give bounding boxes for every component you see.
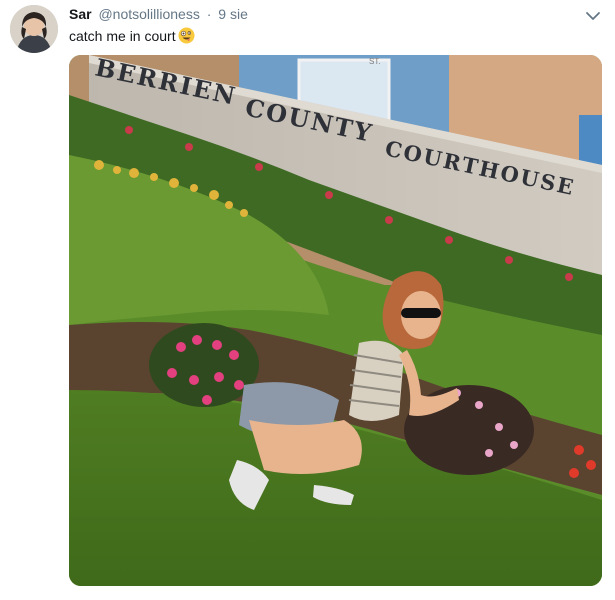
profile-avatar[interactable] (10, 5, 58, 53)
zany-face-emoji (178, 27, 195, 44)
user-handle[interactable]: @notsolillioness (98, 6, 199, 22)
tweet-text: catch me in court (69, 27, 195, 45)
chevron-down-icon[interactable] (585, 8, 601, 24)
tweet-photo[interactable]: BERRIEN COUNTY COURTHOUSE ST. (69, 55, 602, 586)
tweet-text-content: catch me in court (69, 28, 176, 44)
separator-dot: · (206, 6, 212, 22)
tweet-date[interactable]: 9 sie (218, 6, 248, 22)
tweet-header: Sar @notsolillioness · 9 sie (69, 5, 248, 23)
building-plate: ST. (369, 57, 381, 66)
display-name[interactable]: Sar (69, 6, 92, 22)
